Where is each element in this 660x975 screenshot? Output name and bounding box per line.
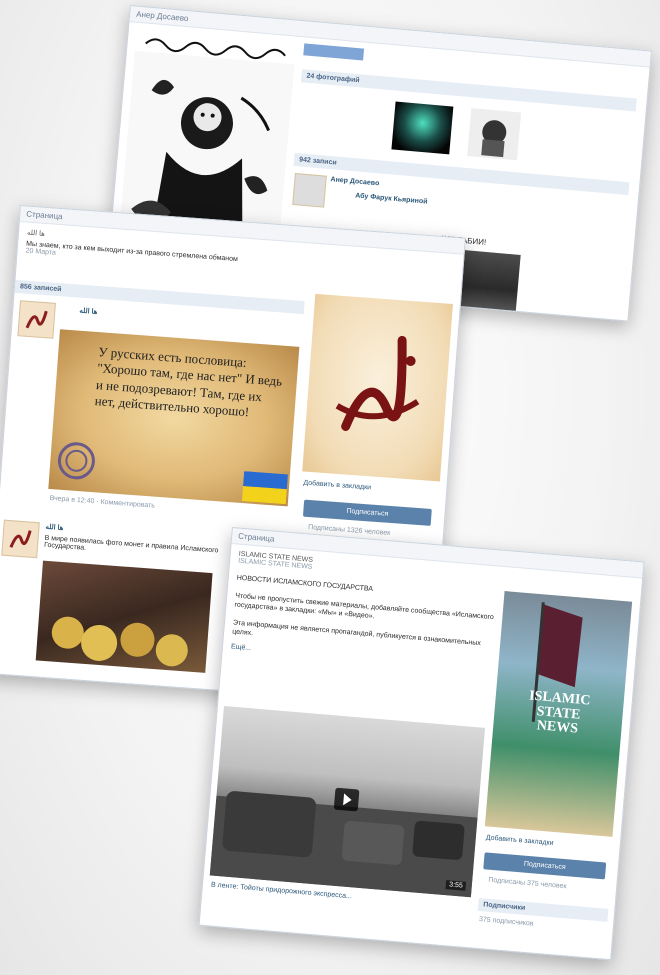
- add-to-bookmarks-link[interactable]: Добавить в закладки: [303, 480, 371, 492]
- group-avatar[interactable]: ISLAMIC STATE NEWS: [484, 591, 633, 837]
- play-button-icon[interactable]: [333, 787, 360, 812]
- wall-section-header[interactable]: 856 записей: [14, 279, 305, 315]
- post-image-coins[interactable]: [35, 560, 213, 673]
- calligraphy-icon: [25, 310, 48, 329]
- subscribe-button[interactable]: Подписаться: [302, 499, 432, 526]
- subscribe-button[interactable]: Подписаться: [483, 852, 607, 880]
- video-duration: 3:55: [445, 880, 467, 891]
- photo-thumb-1[interactable]: [391, 101, 454, 155]
- post-avatar[interactable]: [17, 300, 56, 339]
- quote-text: У русских есть пословица: "Хорошо там, г…: [94, 344, 283, 420]
- calligraphy-icon: [9, 530, 32, 548]
- post-meta: Вчера в 12:40 · Комментировать: [49, 494, 156, 510]
- post-avatar[interactable]: [292, 173, 327, 208]
- reply-link[interactable]: Комментировать: [100, 499, 155, 510]
- flag-icon: [241, 471, 288, 505]
- add-to-bookmarks-link[interactable]: Добавить в закладки: [486, 834, 554, 847]
- post-avatar[interactable]: [1, 519, 40, 559]
- video-player[interactable]: 3:55: [209, 705, 486, 898]
- seal-icon: [57, 442, 95, 480]
- post-text: В мире появилась фото монет и правила Ис…: [43, 534, 219, 555]
- post-author[interactable]: ها الله: [79, 307, 97, 316]
- subscribers-section-count[interactable]: 375 подписчиков: [479, 916, 534, 928]
- photo-thumb-2[interactable]: [467, 108, 522, 161]
- subscribers-count[interactable]: Подписаны 375 человек: [488, 877, 567, 891]
- post-image-quote[interactable]: У русских есть пословица: "Хорошо там, г…: [48, 329, 300, 507]
- repost-author[interactable]: Абу Фарук Кьяриной: [355, 192, 428, 205]
- group-avatar[interactable]: [302, 293, 453, 482]
- arabic-calligraphy-icon: [335, 335, 420, 431]
- news-page-card: Страница ISLAMIC STATE NEWS ISLAMIC STAT…: [198, 527, 645, 961]
- photos-section-header[interactable]: 24 фотографий: [300, 69, 637, 112]
- post-author[interactable]: Анер Досаево: [330, 176, 379, 187]
- blurred-name-bar: [303, 43, 365, 61]
- post-author[interactable]: ها الله: [45, 523, 63, 532]
- wall-section-header[interactable]: 942 записи: [293, 152, 630, 196]
